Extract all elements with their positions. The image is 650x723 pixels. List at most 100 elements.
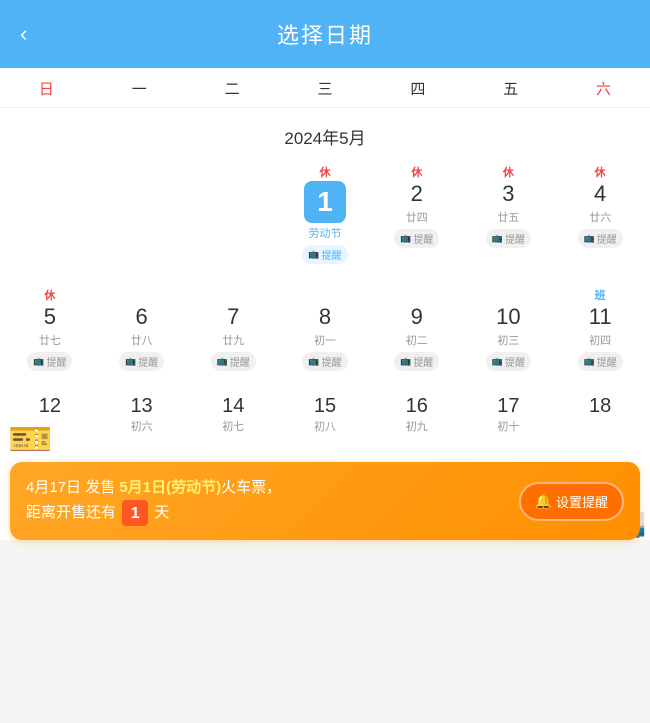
day-3[interactable]: 休 3 廿五 📺 提醒 <box>463 159 555 270</box>
day-13[interactable]: 13 初六 <box>96 391 188 438</box>
ticket-icon: 🎫 <box>8 418 53 460</box>
remind-label-4: 提醒 <box>597 231 617 246</box>
remind-btn-8[interactable]: 📺 提醒 <box>302 352 347 371</box>
empty-cell-1 <box>4 159 96 270</box>
remind-icon-9: 📺 <box>400 356 411 367</box>
holiday-tag-3: 休 <box>503 165 514 181</box>
remind-label-6: 提醒 <box>138 354 158 369</box>
holiday-tag-1: 休 <box>319 165 330 181</box>
day-15[interactable]: 15 初八 <box>279 391 371 438</box>
day-lunar-4: 廿六 <box>589 209 611 225</box>
day-11[interactable]: 班 11 初四 📺 提醒 <box>554 282 646 377</box>
day-lunar-11: 初四 <box>589 332 611 348</box>
day-lunar-15: 初八 <box>314 418 336 434</box>
month-label: 2024年5月 <box>0 108 650 159</box>
day-lunar-10: 初三 <box>497 332 519 348</box>
day-number-15: 15 <box>314 395 336 418</box>
remind-icon-10: 📺 <box>492 356 503 367</box>
week2-grid: 休 5 廿七 📺 提醒 6 廿八 📺 提醒 7 廿九 📺 提醒 8 初一 📺 <box>0 278 650 385</box>
weekday-sat: 六 <box>557 78 650 99</box>
day-number-3: 3 <box>502 181 514 207</box>
remind-btn-4[interactable]: 📺 提醒 <box>578 229 623 248</box>
day-number-17: 17 <box>497 395 519 418</box>
remind-btn-2[interactable]: 📺 提醒 <box>394 229 439 248</box>
banner-distance: 距离开售还有 <box>26 505 116 522</box>
day-14[interactable]: 14 初七 <box>187 391 279 438</box>
reminder-bell-icon: 🔔 <box>535 493 552 510</box>
day-9[interactable]: 9 初二 📺 提醒 <box>371 282 463 377</box>
days-badge: 1 <box>122 500 148 526</box>
page-title: 选择日期 <box>277 18 373 50</box>
day-16[interactable]: 16 初九 <box>371 391 463 438</box>
remind-btn-6[interactable]: 📺 提醒 <box>119 352 164 371</box>
promo-banner: 4月17日 发售 5月1日(劳动节)火车票， 距离开售还有 1 天 🔔 设置提醒 <box>10 462 640 540</box>
day-lunar-1: 劳动节 <box>308 225 341 241</box>
day-number-5: 5 <box>44 304 56 330</box>
day-number-8: 8 <box>319 304 331 330</box>
remind-icon-3: 📺 <box>492 233 503 244</box>
day-5[interactable]: 休 5 廿七 📺 提醒 <box>4 282 96 377</box>
remind-btn-3[interactable]: 📺 提醒 <box>486 229 531 248</box>
day-8[interactable]: 8 初一 📺 提醒 <box>279 282 371 377</box>
remind-label-9: 提醒 <box>413 354 433 369</box>
day-number-18: 18 <box>589 395 611 418</box>
day-6[interactable]: 6 廿八 📺 提醒 <box>96 282 188 377</box>
day-2[interactable]: 休 2 廿四 📺 提醒 <box>371 159 463 270</box>
day-18[interactable]: 18 <box>554 391 646 438</box>
day-lunar-2: 廿四 <box>406 209 428 225</box>
day-lunar-13: 初六 <box>131 418 153 434</box>
banner-days-unit: 天 <box>154 505 169 522</box>
remind-label-7: 提醒 <box>230 354 250 369</box>
remind-icon-6: 📺 <box>125 356 136 367</box>
banner-highlight-date: 5月1日(劳动节) <box>119 479 221 496</box>
day-7[interactable]: 7 廿九 📺 提醒 <box>187 282 279 377</box>
day-number-10: 10 <box>496 304 520 330</box>
remind-label-5: 提醒 <box>46 354 66 369</box>
day-lunar-16: 初九 <box>406 418 428 434</box>
week3-days: 12 13 初六 14 初七 15 初八 16 初九 17 初十 🚄 18 <box>0 385 650 438</box>
remind-btn-11[interactable]: 📺 提醒 <box>578 352 623 371</box>
day-4[interactable]: 休 4 廿六 📺 提醒 <box>554 159 646 270</box>
remind-icon-7: 📺 <box>217 356 228 367</box>
remind-btn-7[interactable]: 📺 提醒 <box>211 352 256 371</box>
week1-grid: 休 1 劳动节 📺 提醒 休 2 廿四 📺 提醒 休 3 廿五 📺 提醒 休 4… <box>0 159 650 278</box>
day-17[interactable]: 17 初十 🚄 <box>463 391 555 438</box>
class-tag-11: 班 <box>595 288 606 304</box>
weekday-fri: 五 <box>464 78 557 99</box>
day-lunar-6: 廿八 <box>131 332 153 348</box>
remind-icon-2: 📺 <box>400 233 411 244</box>
weekday-row: 日 一 二 三 四 五 六 <box>0 68 650 108</box>
remind-btn-9[interactable]: 📺 提醒 <box>394 352 439 371</box>
holiday-tag-2: 休 <box>411 165 422 181</box>
remind-btn-10[interactable]: 📺 提醒 <box>486 352 531 371</box>
weekday-tue: 二 <box>186 78 279 99</box>
remind-label-1: 提醒 <box>322 247 342 262</box>
day-number-6: 6 <box>135 304 147 330</box>
day-lunar-7: 廿九 <box>222 332 244 348</box>
day-10[interactable]: 10 初三 📺 提醒 <box>463 282 555 377</box>
holiday-tag-4: 休 <box>595 165 606 181</box>
remind-label-3: 提醒 <box>505 231 525 246</box>
remind-icon-4: 📺 <box>584 233 595 244</box>
day-number-11: 11 <box>589 304 612 330</box>
banner-ticket: 火车票， <box>221 479 281 496</box>
day-number-9: 9 <box>411 304 423 330</box>
day-number-13: 13 <box>130 395 152 418</box>
banner-date: 4月17日 <box>26 479 81 496</box>
remind-label-2: 提醒 <box>413 231 433 246</box>
holiday-tag-5: 休 <box>44 288 55 304</box>
remind-icon-11: 📺 <box>584 356 595 367</box>
set-reminder-button[interactable]: 🔔 设置提醒 <box>519 482 624 521</box>
remind-btn-5[interactable]: 📺 提醒 <box>27 352 72 371</box>
back-button[interactable]: ‹ <box>20 21 27 47</box>
day-number-14: 14 <box>222 395 244 418</box>
weekday-sun: 日 <box>0 78 93 99</box>
remind-label-10: 提醒 <box>505 354 525 369</box>
day-1[interactable]: 休 1 劳动节 📺 提醒 <box>279 159 371 270</box>
week3-with-banner: 12 13 初六 14 初七 15 初八 16 初九 17 初十 🚄 18 <box>0 385 650 540</box>
remind-btn-1[interactable]: 📺 提醒 <box>302 245 347 264</box>
remind-label-8: 提醒 <box>322 354 342 369</box>
empty-cell-2 <box>96 159 188 270</box>
decoration-row: 🎫 <box>0 438 650 458</box>
day-number-1: 1 <box>304 181 346 223</box>
